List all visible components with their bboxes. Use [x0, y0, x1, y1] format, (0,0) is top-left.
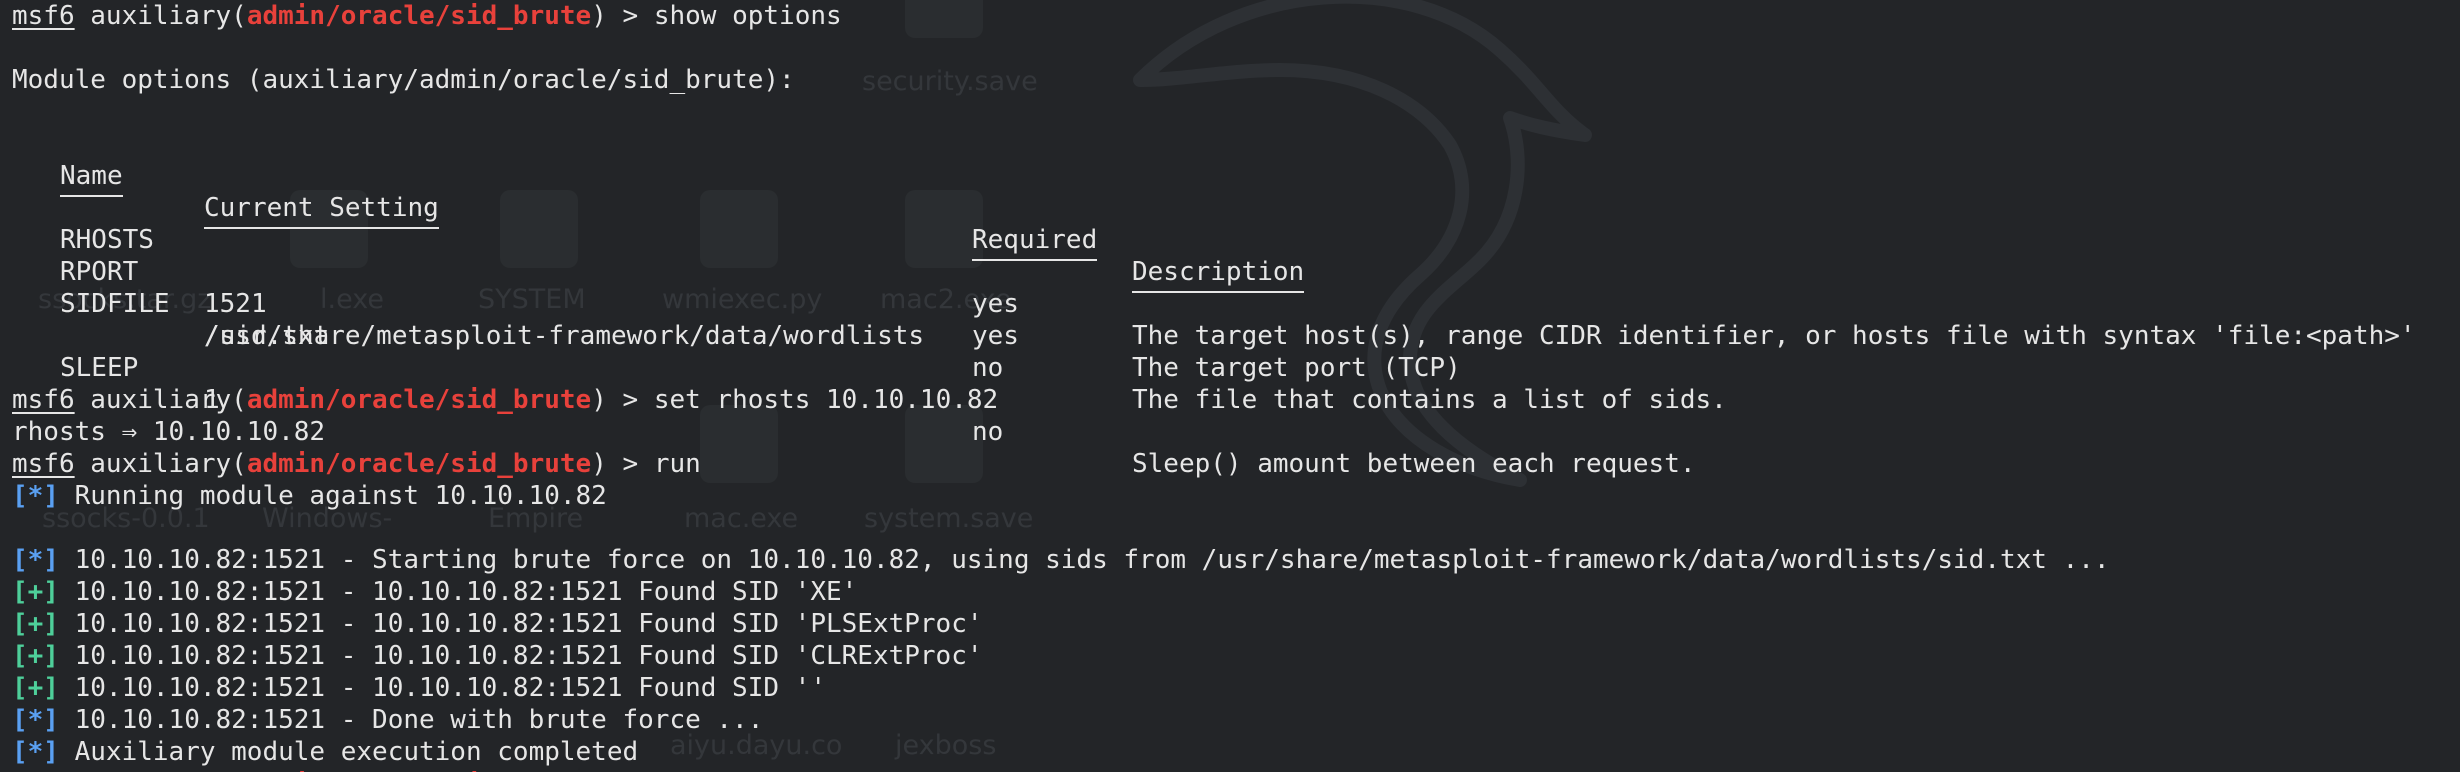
- prompt-line: msf6 auxiliary(admin/oracle/sid_brute) >…: [12, 448, 2110, 480]
- output-text: 10.10.10.82:1521 - 10.10.10.82:1521 Foun…: [58, 673, 826, 703]
- column-header-required: Required: [972, 224, 1098, 261]
- prompt-module: admin/oracle/sid_brute: [246, 449, 592, 479]
- set-result-line: rhosts ⇒ 10.10.10.82: [12, 417, 326, 447]
- output-line: [+] 10.10.10.82:1521 - 10.10.10.82:1521 …: [12, 672, 2110, 704]
- prompt-suffix: ) >: [591, 1, 654, 31]
- output-text: 10.10.10.82:1521 - Done with brute force…: [58, 705, 764, 735]
- output-line: [*] Running module against 10.10.10.82: [12, 480, 2110, 512]
- command-text: set rhosts 10.10.10.82: [653, 385, 999, 415]
- success-tag: [+]: [12, 609, 59, 639]
- table-row: SLEEP 1 no Sleep() amount between each r…: [12, 320, 1696, 479]
- output-text: 10.10.10.82:1521 - 10.10.10.82:1521 Foun…: [58, 641, 983, 671]
- output-line: [*] 10.10.10.82:1521 - Starting brute fo…: [12, 544, 2110, 576]
- table-row: RHOSTS yes The target host(s), range CID…: [12, 192, 2416, 351]
- option-required: no: [972, 417, 1004, 447]
- output-text: 10.10.10.82:1521 - Starting brute force …: [58, 545, 2110, 575]
- table-row-continuation: /sid.txt: [12, 288, 329, 351]
- success-tag: [+]: [12, 673, 59, 703]
- output-text: 10.10.10.82:1521 - 10.10.10.82:1521 Foun…: [58, 577, 858, 607]
- option-required: no: [972, 353, 1004, 383]
- output-text: Auxiliary module execution completed: [58, 737, 639, 767]
- column-header-description: Description: [1132, 256, 1305, 293]
- output-line: [+] 10.10.10.82:1521 - 10.10.10.82:1521 …: [12, 576, 2110, 608]
- table-row: SIDFILE /usr/share/metasploit-framework/…: [12, 256, 1727, 415]
- prompt-suffix: ) >: [591, 385, 654, 415]
- prompt-module: admin/oracle/sid_brute: [246, 1, 592, 31]
- info-tag: [*]: [12, 545, 59, 575]
- output-line: [+] 10.10.10.82:1521 - 10.10.10.82:1521 …: [12, 608, 2110, 640]
- output-line: [+] 10.10.10.82:1521 - 10.10.10.82:1521 …: [12, 640, 2110, 672]
- terminal-output: msf6 auxiliary(admin/oracle/sid_brute) >…: [12, 0, 2416, 772]
- info-tag: [*]: [12, 737, 59, 767]
- prompt-line: msf6 auxiliary(admin/oracle/sid_brute) >…: [12, 0, 2110, 32]
- prompt-module: admin/oracle/sid_brute: [246, 385, 592, 415]
- option-description: The file that contains a list of sids.: [1132, 385, 1727, 415]
- command-text: show options: [653, 1, 842, 31]
- command-text: run: [653, 449, 701, 479]
- info-tag: [*]: [12, 705, 59, 735]
- success-tag: [+]: [12, 577, 59, 607]
- module-options-title: Module options (auxiliary/admin/oracle/s…: [12, 65, 795, 95]
- prompt-prefix: auxiliary(: [74, 1, 247, 31]
- option-name: SLEEP: [60, 353, 139, 383]
- option-required: yes: [972, 289, 1019, 319]
- prompt-user: msf6: [12, 1, 75, 31]
- terminal-window[interactable]: security.save ssocks.tar.gz l.exe SYSTEM…: [0, 0, 2460, 772]
- options-table-last: SLEEP 1 no Sleep() amount between each r…: [12, 320, 2110, 479]
- options-table: Name Current Setting Required Descriptio…: [12, 128, 2416, 415]
- table-header-row: Name Current Setting Required Descriptio…: [12, 128, 1305, 293]
- option-description: Sleep() amount between each request.: [1132, 449, 1696, 479]
- output-line: [*] 10.10.10.82:1521 - Done with brute f…: [12, 704, 2110, 736]
- output-text: 10.10.10.82:1521 - 10.10.10.82:1521 Foun…: [58, 609, 983, 639]
- prompt-suffix: ) >: [591, 449, 654, 479]
- prompt-line: msf6 auxiliary(admin/oracle/sid_brute) >…: [12, 384, 2110, 416]
- input-prompt-line[interactable]: msf6 auxiliary(admin/oracle/sid_brute) >: [12, 768, 2110, 772]
- table-row: RPORT 1521 yes The target port (TCP): [12, 224, 1461, 383]
- option-setting: 1521: [204, 289, 267, 319]
- column-header-current-setting: Current Setting: [204, 192, 439, 229]
- option-setting: 1: [204, 385, 220, 415]
- output-text: Running module against 10.10.10.82: [58, 481, 607, 511]
- output-line: [*] Auxiliary module execution completed: [12, 736, 2110, 768]
- success-tag: [+]: [12, 641, 59, 671]
- option-description: The target port (TCP): [1132, 353, 1461, 383]
